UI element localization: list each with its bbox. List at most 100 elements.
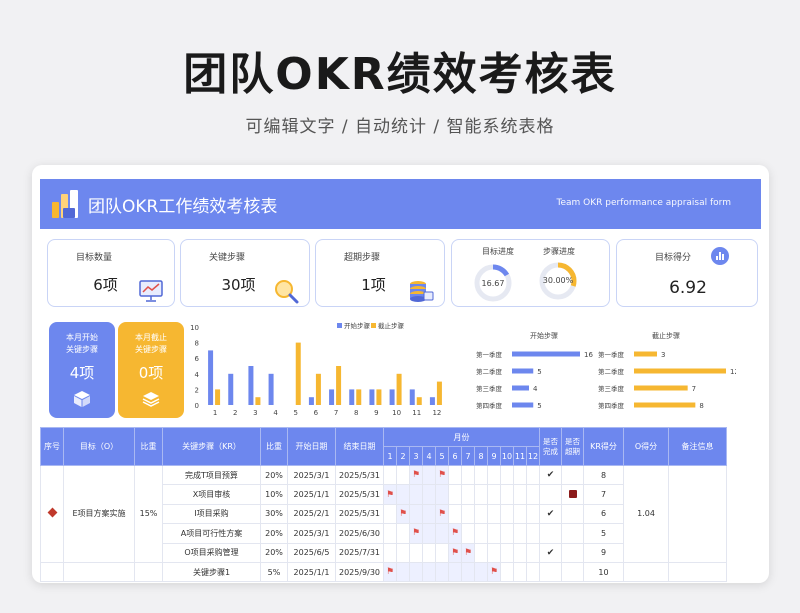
cell-kr-score: 10 (583, 561, 624, 583)
cell-kr-score: 6 (583, 503, 624, 525)
bar-end (336, 366, 342, 405)
bar-end (356, 389, 362, 405)
cell-start: 2025/1/1 (287, 484, 336, 505)
flag-icon: ⚑ (411, 528, 421, 539)
gantt-cell (461, 561, 475, 583)
gantt-cell (396, 484, 410, 505)
gantt-cell (435, 523, 449, 544)
cell-kr-score: 8 (583, 464, 624, 486)
gantt-cell (500, 484, 514, 505)
magnifier-icon (275, 280, 299, 304)
gantt-cell (513, 464, 527, 486)
gantt-cell (461, 503, 475, 525)
y-tick-label: 6 (195, 355, 200, 363)
col-header-ratio: 比重 (134, 427, 163, 466)
quarter-bar (512, 402, 534, 408)
gantt-cell: ⚑ (409, 464, 423, 486)
quarter-bar (634, 402, 696, 408)
x-tick-label: 9 (374, 409, 378, 417)
gantt-cell (474, 464, 488, 486)
cell-note (668, 561, 727, 583)
end-steps-quarter-chart: 截止步骤第一季度 3 第二季度 12 第三季度 7 第四季度 8 (598, 331, 736, 410)
database-icon (410, 281, 434, 302)
gantt-cell: ⚑ (448, 523, 462, 544)
gantt-cell (435, 484, 449, 505)
gantt-cell (513, 561, 527, 583)
bar-end (315, 373, 321, 405)
month-header-1: 1 (383, 446, 397, 466)
cell-end: 2025/9/30 (335, 561, 384, 583)
gantt-cell (513, 484, 527, 505)
cell-kr-score: 5 (583, 523, 624, 544)
gantt-cell (383, 542, 397, 563)
flag-icon: ⚑ (437, 508, 447, 519)
gantt-cell (448, 464, 462, 486)
gantt-cell (500, 561, 514, 583)
banner-subtitle: Team OKR performance appraisal form (556, 198, 731, 208)
gantt-cell (487, 484, 501, 505)
gantt-cell (500, 464, 514, 486)
month-header-5: 5 (435, 446, 449, 466)
gantt-cell (409, 542, 423, 563)
x-tick-label: 6 (314, 409, 319, 417)
cell-objective: E项目方案实施 (63, 465, 135, 563)
month-header-2: 2 (396, 446, 410, 466)
gantt-cell (396, 523, 410, 544)
table-row: 关键步骤1 5% 2025/1/1 2025/9/30 ⚑ ⚑ 10 (40, 561, 727, 583)
quarter-chart-title: 截止步骤 (652, 331, 680, 340)
gantt-cell (409, 561, 423, 583)
col-header-objective: 目标（O） (63, 427, 135, 466)
quarter-label: 第二季度 (476, 367, 503, 376)
legend-swatch (371, 323, 376, 328)
gantt-cell (474, 503, 488, 525)
bar-start (429, 397, 435, 405)
gantt-cell (461, 464, 475, 486)
stat-goal-score: 目标得分 6.92 (616, 239, 758, 307)
gantt-cell: ⚑ (435, 503, 449, 525)
x-tick-label: 4 (273, 409, 278, 417)
quarter-value: 3 (661, 351, 665, 359)
cell-end: 2025/5/31 (335, 464, 384, 486)
quarter-label: 第四季度 (598, 401, 625, 410)
col-header-seq: 序号 (40, 427, 64, 466)
banner-title: 团队OKR工作绩效考核表 (88, 197, 278, 217)
cell-overdue (561, 542, 584, 563)
quarter-bar (512, 351, 580, 357)
gantt-cell (513, 523, 527, 544)
gantt-cell (396, 464, 410, 486)
gantt-cell (487, 503, 501, 525)
quarter-bar (512, 368, 534, 374)
x-tick-label: 11 (412, 409, 421, 417)
gantt-cell (383, 503, 397, 525)
cell-ratio: 15% (134, 465, 163, 563)
tile-value: 0项 (138, 364, 164, 382)
gantt-cell (422, 503, 436, 525)
bar-start (349, 389, 355, 405)
gantt-cell (487, 542, 501, 563)
bar-start (369, 389, 375, 405)
cell-start: 2025/6/5 (287, 542, 336, 563)
quarter-label: 第四季度 (476, 401, 503, 410)
quarter-label: 第一季度 (476, 350, 503, 359)
y-tick-label: 8 (195, 340, 199, 348)
bar-start (248, 366, 254, 405)
stat-label: 目标得分 (655, 253, 692, 263)
okr-table: 序号 目标（O） 比重 关键步骤（KR） 比重 开始日期 结束日期 月份 是否完… (40, 427, 727, 583)
gantt-cell (513, 503, 527, 525)
goal-progress-value: 16.67 (481, 279, 505, 288)
tile-value: 4项 (69, 364, 95, 382)
cell-kr-ratio: 30% (260, 503, 288, 525)
col-header-kr: 关键步骤（KR） (162, 427, 261, 466)
cell-kr-score: 9 (583, 542, 624, 563)
quarter-label: 第一季度 (598, 350, 625, 359)
gantt-cell (474, 523, 488, 544)
stat-label: 关键步骤 (209, 253, 246, 263)
gantt-cell (435, 561, 449, 583)
flag-icon: ⚑ (489, 567, 499, 578)
month-header-3: 3 (409, 446, 423, 466)
gantt-cell: ⚑ (435, 464, 449, 486)
month-header-11: 11 (513, 446, 527, 466)
gantt-cell (526, 561, 540, 583)
quarter-value: 16 (584, 351, 593, 359)
quarter-label: 第三季度 (476, 384, 503, 393)
